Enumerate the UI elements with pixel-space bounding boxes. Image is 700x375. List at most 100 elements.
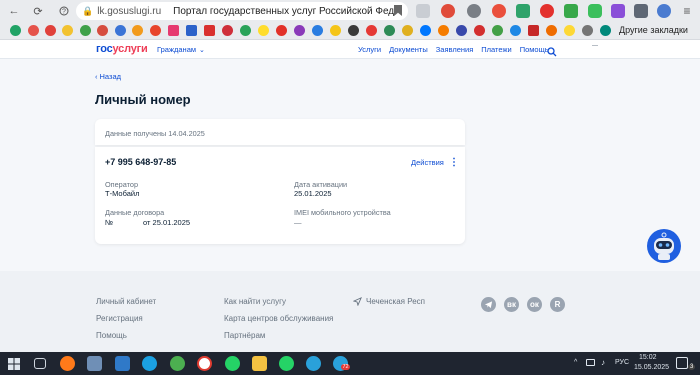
reload-icon[interactable]: ⟳ <box>30 3 46 19</box>
volume-icon[interactable]: ♪ <box>601 358 605 367</box>
bookmark-tbank-icon[interactable] <box>258 25 269 36</box>
footer-link-help[interactable]: Помощь <box>96 331 127 340</box>
bookmark-whatsapp-icon[interactable] <box>10 25 21 36</box>
gosuslugi-logo[interactable]: госуслуги <box>96 43 148 55</box>
edge-icon[interactable] <box>142 356 157 371</box>
task-view-icon[interactable] <box>34 358 46 369</box>
activation-date-label: Дата активации <box>294 180 348 189</box>
lock-icon: 🔒 <box>82 5 94 16</box>
logo-gos: гос <box>96 43 113 55</box>
address-bar[interactable]: 🔒 lk.gosuslugi.ru Портал государственных… <box>76 2 408 20</box>
notifications-icon[interactable] <box>676 357 688 369</box>
bookmark-gold-icon[interactable] <box>402 25 413 36</box>
bookmark-blue2-icon[interactable] <box>510 25 521 36</box>
bookmark-yellow2-icon[interactable] <box>564 25 575 36</box>
footer-link-partners[interactable]: Партнёрам <box>224 331 265 340</box>
bookmark-icon[interactable] <box>394 5 402 16</box>
bookmark-orange2-icon[interactable] <box>546 25 557 36</box>
extension-green-icon[interactable] <box>516 4 530 18</box>
whatsapp-taskbar-icon[interactable] <box>225 356 240 371</box>
data-received-text: Данные получены 14.04.2025 <box>105 129 205 138</box>
bookmark-ozon-icon[interactable] <box>186 25 197 36</box>
bookmark-ya-icon[interactable] <box>204 25 215 36</box>
bookmark-purple-icon[interactable] <box>294 25 305 36</box>
audience-dropdown[interactable]: Гражданам ⌄ <box>157 45 205 54</box>
nav-applications[interactable]: Заявления <box>436 45 474 54</box>
calculator-icon[interactable] <box>87 356 102 371</box>
nav-help[interactable]: Помощь <box>520 45 549 54</box>
kebab-menu-icon[interactable]: ⋮ <box>449 157 459 168</box>
clock-date[interactable]: 15.05.2025 <box>634 364 669 371</box>
firefox-icon[interactable] <box>60 356 75 371</box>
notifications-count: 3 <box>688 364 696 370</box>
extension-purple-icon[interactable] <box>611 4 625 18</box>
bookmark-globe-icon[interactable] <box>312 25 323 36</box>
extension-stop-icon[interactable] <box>540 4 554 18</box>
nav-payments[interactable]: Платежи <box>481 45 511 54</box>
bookmark-beeline-icon[interactable] <box>330 25 341 36</box>
extensions-puzzle-icon[interactable] <box>634 4 648 18</box>
back-arrow-icon[interactable]: ← <box>6 3 22 19</box>
bookmark-blue-icon[interactable] <box>115 25 126 36</box>
profile-avatar-icon[interactable] <box>657 4 671 18</box>
bookmark-ok-icon[interactable] <box>438 25 449 36</box>
actions-button[interactable]: Действия <box>411 158 444 167</box>
bookmark-indigo-icon[interactable] <box>456 25 467 36</box>
bookmark-mts-icon[interactable] <box>222 25 233 36</box>
youtube-icon[interactable] <box>492 4 506 18</box>
extension-gray-icon[interactable] <box>467 4 481 18</box>
bookmark-yellow-icon[interactable] <box>62 25 73 36</box>
file-explorer-icon[interactable] <box>252 356 267 371</box>
yandex-browser-icon[interactable] <box>197 356 212 371</box>
bookmark-heart-icon[interactable] <box>28 25 39 36</box>
nav-services[interactable]: Услуги <box>358 45 381 54</box>
bookmark-vk-icon[interactable] <box>420 25 431 36</box>
bookmark-gray-icon[interactable] <box>582 25 593 36</box>
rutube-icon[interactable]: R <box>550 297 565 312</box>
bookmark-alfa-icon[interactable] <box>276 25 287 36</box>
footer-link-registration[interactable]: Регистрация <box>96 314 143 323</box>
footer-link-find-service[interactable]: Как найти услугу <box>224 297 286 306</box>
bookmark-teal-icon[interactable] <box>600 25 611 36</box>
shield-icon[interactable] <box>588 4 602 18</box>
bookmark-rb-icon[interactable] <box>366 25 377 36</box>
other-bookmarks[interactable]: Другие закладки <box>619 25 688 35</box>
unread-badge: 72 <box>341 364 351 370</box>
bookmark-leaf-icon[interactable] <box>384 25 395 36</box>
battery-icon[interactable] <box>586 359 595 366</box>
download-icon[interactable] <box>416 4 430 18</box>
bookmark-red-icon[interactable] <box>45 25 56 36</box>
bookmark-wb-icon[interactable] <box>168 25 179 36</box>
extension-arrow-icon[interactable] <box>564 4 578 18</box>
whatsapp-desktop-icon[interactable] <box>279 356 294 371</box>
tray-chevron-icon[interactable]: ^ <box>574 359 577 366</box>
bookmark-gmail-icon[interactable] <box>528 25 539 36</box>
bookmark-sber-icon[interactable] <box>240 25 251 36</box>
nav-documents[interactable]: Документы <box>389 45 428 54</box>
bookmarks-bar: Другие закладки <box>0 22 700 39</box>
clock-time[interactable]: 15:02 <box>639 354 657 361</box>
extension-red-icon[interactable] <box>441 4 455 18</box>
footer-link-service-map[interactable]: Карта центров обслуживания <box>224 314 333 323</box>
bookmark-sun-icon[interactable] <box>132 25 143 36</box>
bookmark-flame-icon[interactable] <box>150 25 161 36</box>
site-info-icon[interactable]: ? <box>56 3 72 19</box>
vk-icon[interactable]: вк <box>504 297 519 312</box>
ok-icon[interactable]: ок <box>527 297 542 312</box>
bookmark-orange-icon[interactable] <box>97 25 108 36</box>
browser-menu-icon[interactable]: ≡ <box>679 3 695 19</box>
telegram-taskbar-icon[interactable] <box>306 356 321 371</box>
telegram-icon[interactable] <box>481 297 496 312</box>
bookmark-green-icon[interactable] <box>80 25 91 36</box>
robot-assistant-icon[interactable] <box>645 227 683 265</box>
footer-link-cabinet[interactable]: Личный кабинет <box>96 297 156 306</box>
store-icon[interactable] <box>115 356 130 371</box>
region-selector[interactable]: Чеченская Респ <box>353 297 425 306</box>
bookmark-red2-icon[interactable] <box>474 25 485 36</box>
torrent-icon[interactable] <box>170 356 185 371</box>
back-link[interactable]: ‹ Назад <box>95 72 121 81</box>
language-indicator[interactable]: РУС <box>615 359 629 366</box>
windows-start-icon[interactable] <box>8 357 20 370</box>
bookmark-green2-icon[interactable] <box>492 25 503 36</box>
bookmark-dark-icon[interactable] <box>348 25 359 36</box>
